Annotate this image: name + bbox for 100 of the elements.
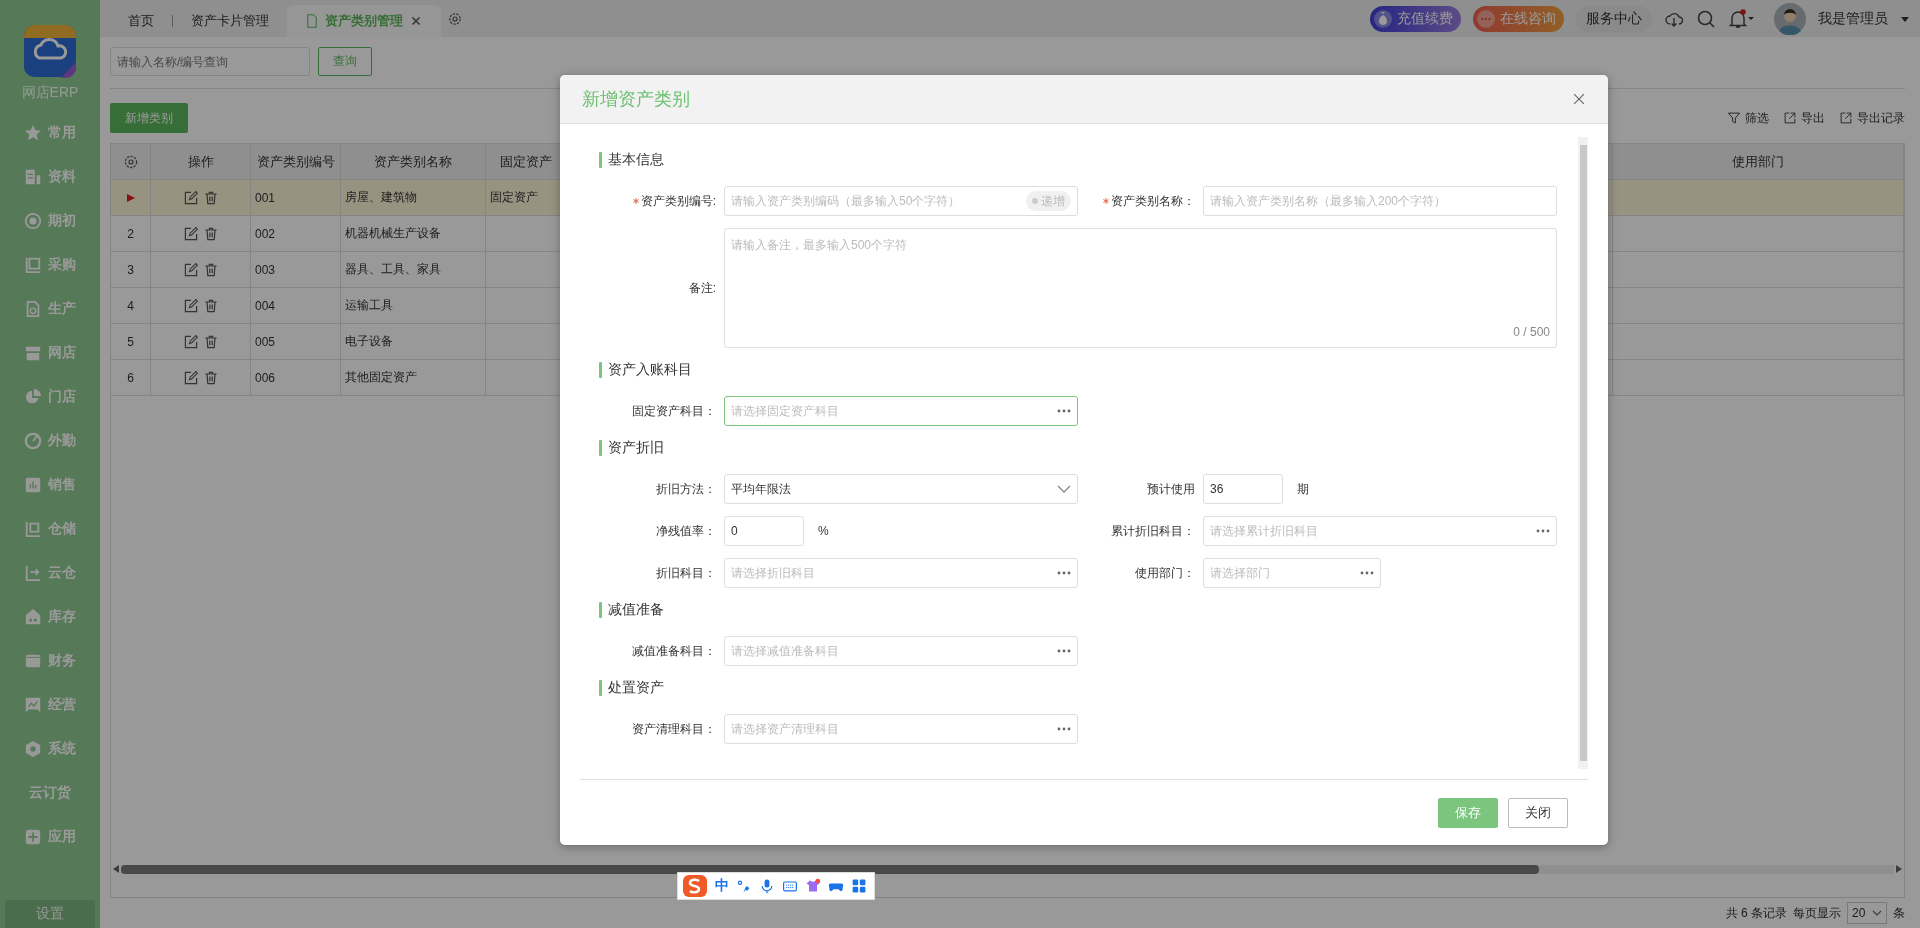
notification-bell-icon[interactable] <box>1728 8 1754 29</box>
tab[interactable]: 资产卡片管理 <box>173 5 287 37</box>
sidebar-item[interactable]: 库存 <box>0 595 100 639</box>
pie-chart-icon <box>24 388 42 406</box>
tab[interactable]: 首页 <box>110 5 172 37</box>
toolbar-link[interactable]: 导出记录 <box>1839 109 1905 127</box>
trash-icon[interactable] <box>202 189 219 206</box>
keyboard-icon[interactable] <box>782 878 798 894</box>
edit-icon[interactable] <box>182 297 199 314</box>
service-center-button[interactable]: 服务中心 <box>1576 5 1652 32</box>
table-cell: 运输工具 <box>345 297 393 314</box>
recharge-button[interactable]: 充值续费 <box>1370 5 1461 32</box>
sidebar-item[interactable]: 门店 <box>0 375 100 419</box>
trash-icon[interactable] <box>202 297 219 314</box>
table-cell: 001 <box>255 190 276 205</box>
tab[interactable]: 资产类别管理 <box>287 5 441 37</box>
input-field[interactable]: 请输入资产类别名称（最多输入200个字符） <box>1203 186 1557 216</box>
sidebar-item[interactable]: 网店 <box>0 331 100 375</box>
sidebar-item[interactable]: 经营 <box>0 683 100 727</box>
sidebar-item[interactable]: 常用 <box>0 111 100 155</box>
trash-icon[interactable] <box>202 369 219 386</box>
row-number: 5 <box>127 334 134 349</box>
edit-icon[interactable] <box>182 369 199 386</box>
field-label: 资产类别名称： <box>1111 192 1195 210</box>
more-icon[interactable] <box>1360 570 1374 576</box>
input-mode-toggle[interactable]: 中 <box>715 877 729 895</box>
picker-field[interactable]: 请选择资产清理科目 <box>724 714 1078 744</box>
horizontal-scrollbar[interactable] <box>121 864 1894 874</box>
more-icon[interactable] <box>1057 726 1071 732</box>
search-field[interactable]: 请输入名称/编号查询 <box>110 47 310 76</box>
avatar-icon[interactable] <box>1774 2 1806 35</box>
settings-icon[interactable] <box>447 10 463 27</box>
toolbar-link[interactable]: 导出 <box>1783 109 1825 127</box>
picker-field[interactable]: 请选择固定资产科目 <box>724 396 1078 426</box>
field-label: 折旧科目： <box>656 564 716 582</box>
sidebar-item[interactable]: 外勤 <box>0 419 100 463</box>
sidebar-item[interactable]: 生产 <box>0 287 100 331</box>
unit-label: 期 <box>1297 480 1309 498</box>
remarks-textarea[interactable]: 请输入备注，最多输入500个字符 0 / 500 <box>724 228 1557 348</box>
section-title: 减值准备 <box>608 601 664 619</box>
scroll-left-icon[interactable] <box>111 864 121 874</box>
sidebar-item[interactable]: 销售 <box>0 463 100 507</box>
picker-field[interactable]: 请选择部门 <box>1203 558 1381 588</box>
sidebar-item[interactable]: 期初 <box>0 199 100 243</box>
sidebar-item[interactable]: 财务 <box>0 639 100 683</box>
edit-icon[interactable] <box>182 261 199 278</box>
table-cell: 机器机械生产设备 <box>345 225 441 242</box>
document-icon <box>24 168 42 186</box>
sidebar-item[interactable]: 云订货 <box>0 771 100 815</box>
shelf-icon <box>24 520 42 538</box>
sidebar-item[interactable]: 应用 <box>0 815 100 859</box>
number-input[interactable]: 0 <box>724 516 804 546</box>
close-icon[interactable] <box>409 14 423 28</box>
number-input[interactable]: 36 <box>1203 474 1283 504</box>
toolbar-link[interactable]: 筛选 <box>1727 109 1769 127</box>
close-icon[interactable] <box>1572 92 1586 106</box>
settings-button[interactable]: 设置 <box>5 900 95 928</box>
picker-field[interactable]: 请选择累计折旧科目 <box>1203 516 1557 546</box>
table-cell: 005 <box>255 334 276 349</box>
scroll-right-icon[interactable] <box>1894 864 1904 874</box>
sidebar-item[interactable]: 云仓 <box>0 551 100 595</box>
save-button[interactable]: 保存 <box>1438 797 1498 828</box>
user-name[interactable]: 我是管理员 <box>1818 9 1888 28</box>
ime-logo-icon[interactable] <box>682 874 708 898</box>
picker-field[interactable]: 请选择减值准备科目 <box>724 636 1078 666</box>
logo-caption: 网店ERP <box>21 84 79 102</box>
more-icon[interactable] <box>1057 408 1071 414</box>
consult-button[interactable]: 在线咨询 <box>1473 5 1564 32</box>
vertical-scrollbar[interactable] <box>1578 137 1588 769</box>
field-label: 使用部门： <box>1135 564 1195 582</box>
microphone-icon[interactable] <box>759 878 775 894</box>
more-icon[interactable] <box>1057 570 1071 576</box>
grid-icon[interactable] <box>851 878 867 894</box>
punctuation-icon[interactable] <box>736 878 752 894</box>
sidebar-item[interactable]: 仓储 <box>0 507 100 551</box>
select-field[interactable]: 平均年限法 <box>724 474 1078 504</box>
shelf-icon <box>24 564 42 582</box>
edit-icon[interactable] <box>182 333 199 350</box>
trash-icon[interactable] <box>202 261 219 278</box>
shirt-icon[interactable] <box>805 878 821 894</box>
trash-icon[interactable] <box>202 333 219 350</box>
search-icon[interactable] <box>1696 8 1716 29</box>
picker-field[interactable]: 请选择折旧科目 <box>724 558 1078 588</box>
sidebar-item[interactable]: 系统 <box>0 727 100 771</box>
row-number: 6 <box>127 370 134 385</box>
page-size-select[interactable]: 20 <box>1847 902 1887 924</box>
row-number: 3 <box>127 262 134 277</box>
query-button[interactable]: 查询 <box>318 47 372 76</box>
row-number: 2 <box>127 226 134 241</box>
trash-icon[interactable] <box>202 225 219 242</box>
section-title: 处置资产 <box>608 679 664 697</box>
close-button[interactable]: 关闭 <box>1508 797 1568 828</box>
sidebar-item[interactable]: 资料 <box>0 155 100 199</box>
add-category-button[interactable]: 新增类别 <box>110 103 188 133</box>
settings-icon[interactable] <box>122 153 139 170</box>
edit-icon[interactable] <box>182 225 199 242</box>
sidebar-item[interactable]: 采购 <box>0 243 100 287</box>
more-icon[interactable] <box>1536 528 1550 534</box>
edit-icon[interactable] <box>182 189 199 206</box>
more-icon[interactable] <box>1057 648 1071 654</box>
